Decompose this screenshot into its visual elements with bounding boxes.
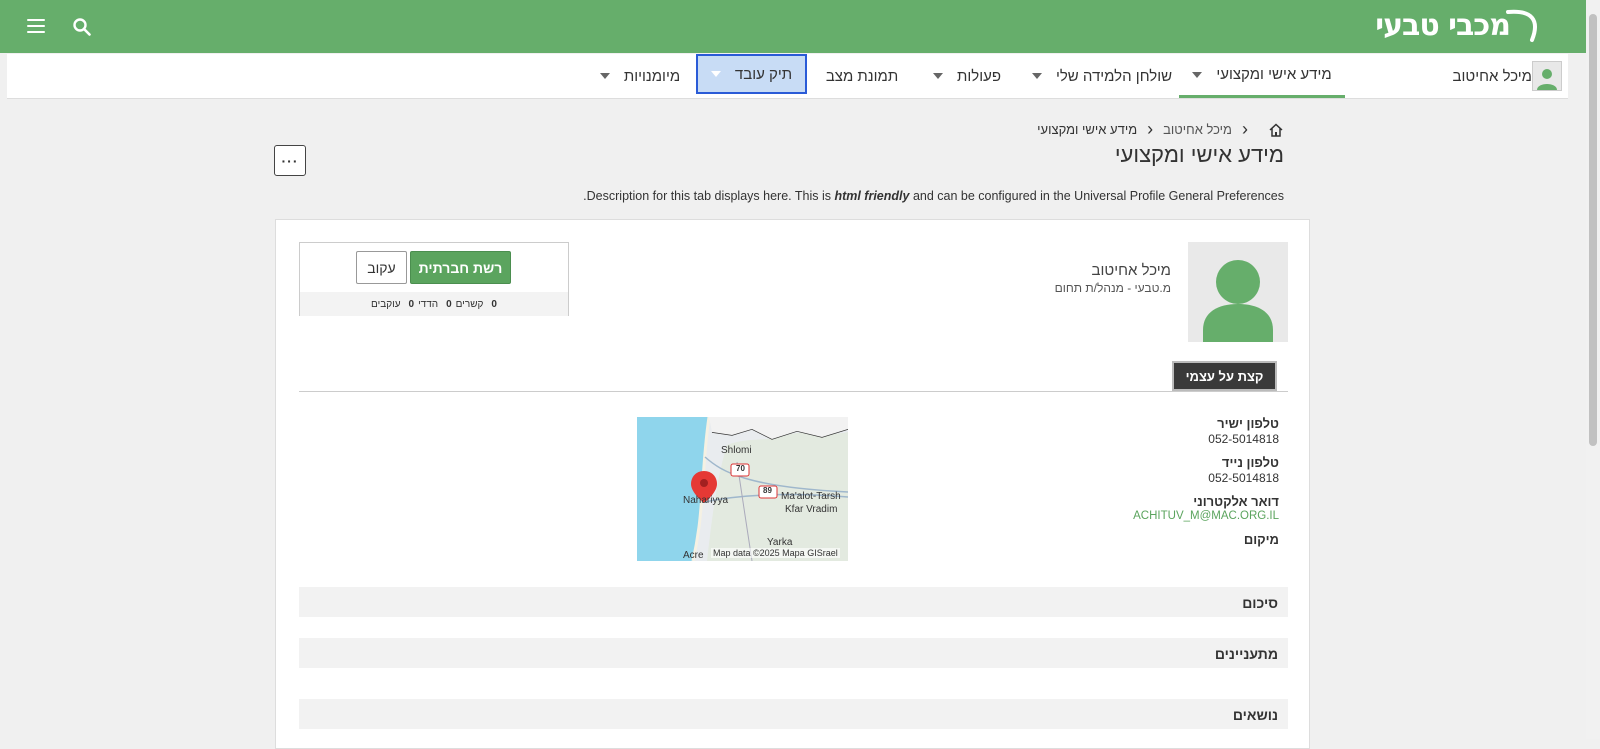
tab-personal-professional[interactable]: מידע אישי ומקצועי xyxy=(1179,54,1345,98)
logo-text: מכבי טבעי xyxy=(1375,8,1511,43)
maccabi-logo[interactable]: מכבי טבעי xyxy=(1352,6,1542,46)
tab-actions[interactable]: פעולות xyxy=(927,54,1007,98)
direct-phone-label: טלפון ישיר xyxy=(1217,416,1279,431)
breadcrumb: ‹ מיכל אחיטוב ‹ מידע אישי ומקצועי xyxy=(1037,119,1284,140)
scrollbar-thumb[interactable] xyxy=(1589,14,1597,446)
road-label: 89 xyxy=(763,486,772,495)
mobile-phone-label: טלפון נייד xyxy=(1221,455,1279,470)
chevron-down-icon xyxy=(599,73,610,79)
tab-divider xyxy=(299,391,1288,392)
social-network-button[interactable]: רשת חברתית xyxy=(410,251,511,284)
more-options-button[interactable]: ··· xyxy=(274,145,306,176)
nav-user-name: מיכל אחיטוב xyxy=(1452,67,1532,85)
email-label: דואר אלקטרוני xyxy=(1193,494,1279,509)
follow-button[interactable]: עקוב xyxy=(356,251,407,284)
connections-label: קשרים xyxy=(455,298,484,310)
connections-count: 0 xyxy=(491,298,497,310)
profile-job-title: מ.טבעי - מנהל/ת תחום xyxy=(1054,281,1171,295)
description-text: Description for this tab displays here. … xyxy=(586,189,835,203)
chevron-left-icon: ‹ xyxy=(1242,119,1248,139)
tab-skills[interactable]: מיומנויות xyxy=(595,54,685,98)
search-icon[interactable] xyxy=(73,18,91,36)
breadcrumb-current: מידע אישי ומקצועי xyxy=(1037,122,1138,137)
hamburger-menu-icon[interactable] xyxy=(27,19,45,33)
top-bar: מכבי טבעי xyxy=(0,0,1586,53)
tab-about-me[interactable]: קצת על עצמי xyxy=(1172,361,1277,391)
section-title: סיכום xyxy=(1242,595,1278,611)
user-avatar-icon xyxy=(1203,260,1273,342)
map-label: Acre xyxy=(683,550,704,561)
avatar xyxy=(1532,61,1562,91)
chevron-down-icon xyxy=(933,73,944,79)
followers-count: 0 xyxy=(408,298,415,310)
mutual-count: 0 xyxy=(446,298,452,310)
section-title: מתעניינים xyxy=(1214,646,1278,662)
location-label: מיקום xyxy=(1243,532,1279,547)
social-network-box: רשת חברתית עקוב 0 קשרים 0 הדדי 0 עוקבים xyxy=(299,242,569,316)
tab-label: מיומנויות xyxy=(623,67,681,85)
user-avatar-icon xyxy=(1537,69,1557,90)
tab-label: מידע אישי ומקצועי xyxy=(1216,66,1332,83)
email-link[interactable]: ACHITUV_M@MAC.ORG.IL xyxy=(1133,510,1279,522)
map-label: Shlomi xyxy=(721,445,752,456)
chevron-down-icon xyxy=(710,71,721,77)
description-emphasis: html friendly xyxy=(834,189,910,203)
mutual-label: הדדי xyxy=(418,298,439,310)
profile-photo xyxy=(1188,242,1288,342)
profile-card: מיכל אחיטוב מ.טבעי - מנהל/ת תחום רשת חבר… xyxy=(275,219,1310,749)
nav-user[interactable]: מיכל אחיטוב xyxy=(1443,54,1568,98)
followers-label: עוקבים xyxy=(371,298,401,310)
direct-phone-value: 052-5014818 xyxy=(1208,432,1279,446)
profile-name: מיכל אחיטוב xyxy=(1091,262,1171,279)
page-scrollbar[interactable] xyxy=(1586,0,1600,739)
tab-status-snapshot[interactable]: תמונת מצב xyxy=(822,54,902,98)
page-description: Description for this tab displays here. … xyxy=(583,189,1284,203)
chevron-left-icon: ‹ xyxy=(1147,119,1154,139)
map-attribution: Map data ©2025 Mapa GISrael xyxy=(711,548,840,558)
tab-learning-desk[interactable]: שולחן הלמידה שלי xyxy=(1027,54,1177,98)
road-label: 70 xyxy=(736,464,745,473)
map-label: Yarka xyxy=(767,537,793,548)
section-title: נושאים xyxy=(1232,707,1278,723)
map-label: Ma'alot-Tarsh xyxy=(781,491,841,502)
tab-employee-file[interactable]: תיק עובד xyxy=(696,54,807,94)
home-icon[interactable] xyxy=(1268,122,1284,138)
interests-section[interactable]: מתעניינים xyxy=(299,638,1288,668)
tab-label: תמונת מצב xyxy=(825,67,899,85)
map-svg xyxy=(637,417,848,561)
chevron-down-icon xyxy=(1031,73,1042,79)
tab-label: פעולות xyxy=(957,67,1001,85)
chevron-down-icon xyxy=(1192,71,1203,78)
map-label: Nahariyya xyxy=(683,495,729,506)
location-map[interactable]: Shlomi 70 89 Nahariyya Ma'alot-Tarsh Kfa… xyxy=(637,417,848,561)
breadcrumb-parent[interactable]: מיכל אחיטוב xyxy=(1163,122,1232,137)
tab-label: תיק עובד xyxy=(734,65,793,83)
mobile-phone-value: 052-5014818 xyxy=(1208,471,1279,485)
main-nav: מיכל אחיטוב מידע אישי ומקצועי שולחן הלמי… xyxy=(7,54,1568,99)
map-label: Kfar Vradim xyxy=(785,504,838,515)
topics-section[interactable]: נושאים xyxy=(299,699,1288,729)
page-title: מידע אישי ומקצועי xyxy=(1114,142,1284,167)
social-stats: 0 קשרים 0 הדדי 0 עוקבים xyxy=(300,292,568,316)
summary-section[interactable]: סיכום xyxy=(299,587,1288,617)
tab-label: שולחן הלמידה שלי xyxy=(1055,67,1173,85)
